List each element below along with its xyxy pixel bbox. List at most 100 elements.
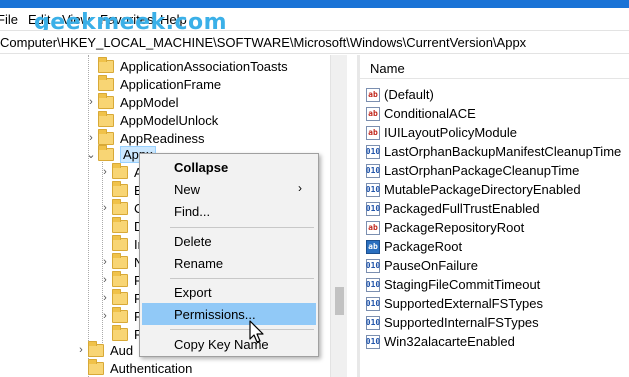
binary-value-icon: 010: [366, 201, 380, 216]
address-path[interactable]: Computer\HKEY_LOCAL_MACHINE\SOFTWARE\Mic…: [0, 35, 526, 50]
context-menu: Collapse New › Find... Delete Rename Exp…: [139, 153, 319, 357]
menu-find-label: Find...: [174, 204, 211, 219]
folder-icon: [112, 198, 128, 215]
folder-icon: [112, 234, 128, 251]
binary-value-icon: 010: [366, 182, 380, 197]
window-title-edge: [0, 0, 629, 8]
value-row[interactable]: ab ConditionalACE: [366, 104, 476, 123]
menu-copy-key-name[interactable]: Copy Key Name: [142, 333, 316, 355]
menu-delete-label: Delete: [174, 234, 212, 249]
value-name: PauseOnFailure: [384, 258, 478, 273]
chevron-right-icon[interactable]: ›: [74, 344, 88, 356]
value-row[interactable]: ab PackageRoot: [366, 237, 462, 256]
folder-icon: [88, 358, 104, 375]
menu-rename-label: Rename: [174, 256, 224, 271]
binary-value-icon: 010: [366, 258, 380, 273]
menu-new-label: New: [174, 182, 201, 197]
binary-value-icon: 010: [366, 296, 380, 311]
tree-item-label: ApplicationAssociationToasts: [120, 58, 288, 74]
value-name: MutablePackageDirectoryEnabled: [384, 182, 581, 197]
chevron-down-icon[interactable]: ⌄: [84, 148, 98, 161]
binary-value-icon: 010: [366, 163, 380, 178]
value-row[interactable]: ab PackageRepositoryRoot: [366, 218, 524, 237]
chevron-right-icon[interactable]: ›: [98, 310, 112, 322]
string-value-icon: ab: [366, 239, 380, 254]
value-row[interactable]: 010 SupportedExternalFSTypes: [366, 294, 543, 313]
tree-scrollbar[interactable]: [330, 55, 347, 377]
menu-rename[interactable]: Rename: [142, 252, 316, 274]
folder-icon: [98, 56, 114, 73]
string-value-icon: ab: [366, 220, 380, 235]
tree-item-label: AppModelUnlock: [120, 112, 219, 128]
address-bar[interactable]: Computer\HKEY_LOCAL_MACHINE\SOFTWARE\Mic…: [0, 30, 629, 54]
folder-icon: [112, 252, 128, 269]
menu-bar: File Edit View Favorites Help geekmeek.c…: [0, 8, 629, 35]
menu-permissions[interactable]: Permissions...: [142, 303, 316, 325]
value-row[interactable]: 010 PauseOnFailure: [366, 256, 478, 275]
folder-icon: [112, 180, 128, 197]
value-row[interactable]: ab IUILayoutPolicyModule: [366, 123, 517, 142]
tree-item-label: Authentication: [110, 360, 193, 376]
value-row[interactable]: 010 Win32alacarteEnabled: [366, 332, 515, 351]
folder-icon: [112, 216, 128, 233]
mouse-pointer-icon: [249, 320, 264, 343]
scrollbar-thumb[interactable]: [335, 287, 344, 315]
binary-value-icon: 010: [366, 277, 380, 292]
value-row[interactable]: 010 SupportedInternalFSTypes: [366, 313, 539, 332]
tree-item-label: Aud: [110, 342, 134, 358]
folder-icon: [98, 74, 114, 91]
folder-icon: [112, 270, 128, 287]
tree-item-label: AppModel: [120, 94, 179, 110]
chevron-right-icon[interactable]: ›: [98, 256, 112, 268]
menu-collapse-label: Collapse: [174, 160, 229, 175]
menu-file[interactable]: File: [0, 12, 18, 27]
value-row[interactable]: 010 MutablePackageDirectoryEnabled: [366, 180, 581, 199]
folder-icon: [98, 92, 114, 109]
value-name: ConditionalACE: [384, 106, 476, 121]
value-name: SupportedInternalFSTypes: [384, 315, 539, 330]
tree-item[interactable]: Authentication: [74, 357, 192, 377]
menu-separator: [170, 227, 314, 228]
value-row[interactable]: 010 PackagedFullTrustEnabled: [366, 199, 540, 218]
menu-new[interactable]: New ›: [142, 178, 316, 200]
string-value-icon: ab: [366, 125, 380, 140]
chevron-right-icon[interactable]: ›: [98, 202, 112, 214]
chevron-right-icon[interactable]: ›: [98, 274, 112, 286]
folder-open-icon: [98, 144, 114, 161]
value-name: PackagedFullTrustEnabled: [384, 201, 540, 216]
string-value-icon: ab: [366, 106, 380, 121]
menu-separator: [170, 329, 314, 330]
menu-collapse[interactable]: Collapse: [142, 156, 316, 178]
binary-value-icon: 010: [366, 315, 380, 330]
string-value-icon: ab: [366, 87, 380, 102]
values-pane[interactable]: Name ab (Default) ab ConditionalACE ab IUILay…: [360, 55, 629, 377]
value-name: PackageRoot: [384, 239, 463, 254]
menu-separator: [170, 278, 314, 279]
value-row[interactable]: ab (Default): [366, 85, 434, 104]
value-row[interactable]: 010 LastOrphanBackupManifestCleanupTime: [366, 142, 621, 161]
folder-icon: [112, 162, 128, 179]
tree-item-label: ApplicationFrame: [120, 76, 222, 92]
binary-value-icon: 010: [366, 334, 380, 349]
value-name: LastOrphanBackupManifestCleanupTime: [384, 144, 622, 159]
menu-permissions-label: Permissions...: [174, 307, 256, 322]
chevron-right-icon[interactable]: ›: [98, 292, 112, 304]
menu-export[interactable]: Export: [142, 281, 316, 303]
column-header-label: Name: [370, 61, 405, 76]
folder-icon: [88, 340, 104, 357]
value-name: LastOrphanPackageCleanupTime: [384, 163, 580, 178]
value-row[interactable]: 010 LastOrphanPackageCleanupTime: [366, 161, 580, 180]
column-header-name[interactable]: Name: [360, 55, 629, 79]
menu-find[interactable]: Find...: [142, 200, 316, 222]
folder-icon: [112, 306, 128, 323]
value-row[interactable]: 010 StagingFileCommitTimeout: [366, 275, 541, 294]
value-name: (Default): [384, 87, 434, 102]
binary-value-icon: 010: [366, 144, 380, 159]
chevron-right-icon[interactable]: ›: [84, 96, 98, 108]
value-name: IUILayoutPolicyModule: [384, 125, 517, 140]
value-name: Win32alacarteEnabled: [384, 334, 515, 349]
folder-icon: [112, 288, 128, 305]
menu-export-label: Export: [174, 285, 212, 300]
chevron-right-icon[interactable]: ›: [98, 166, 112, 178]
menu-delete[interactable]: Delete: [142, 230, 316, 252]
